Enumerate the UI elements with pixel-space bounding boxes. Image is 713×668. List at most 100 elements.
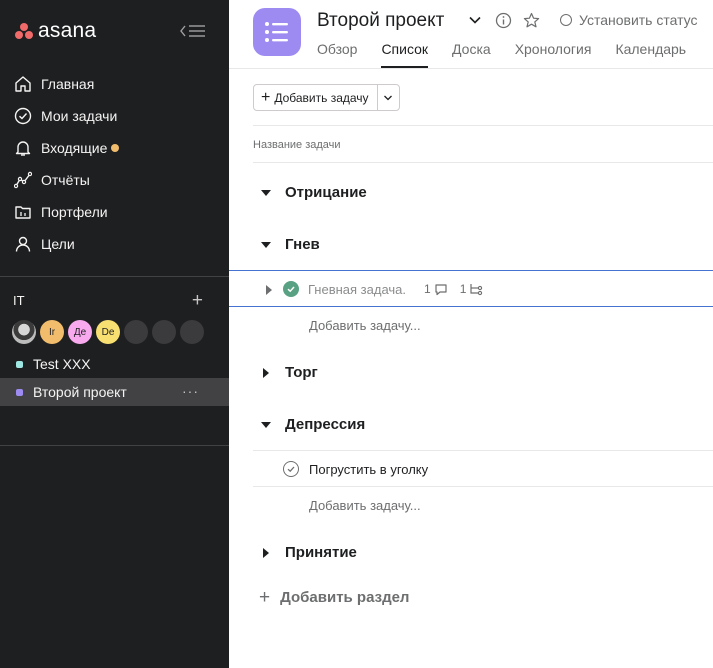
collapse-sidebar-button[interactable] bbox=[178, 21, 206, 41]
section-name: Принятие bbox=[285, 544, 357, 561]
add-section-button[interactable]: + Добавить раздел bbox=[259, 588, 409, 607]
triangle-right-icon[interactable] bbox=[259, 367, 273, 379]
avatar[interactable] bbox=[180, 320, 204, 344]
asana-logo-icon bbox=[14, 22, 34, 40]
add-task-in-section[interactable]: Добавить задачу... bbox=[309, 498, 421, 513]
project-header: Второй проект Установить статус Обзор Сп… bbox=[229, 0, 713, 69]
team-name: IT bbox=[13, 292, 25, 308]
home-icon bbox=[13, 74, 33, 94]
sidebar-divider bbox=[0, 445, 229, 446]
avatar[interactable]: Ir bbox=[40, 320, 64, 344]
notification-dot bbox=[111, 144, 120, 152]
avatar[interactable] bbox=[152, 320, 176, 344]
info-icon[interactable] bbox=[494, 11, 512, 29]
chevron-down-icon bbox=[384, 95, 393, 100]
section-name: Депрессия bbox=[285, 416, 366, 433]
comment-count: 1 bbox=[424, 282, 431, 296]
section-name: Торг bbox=[285, 364, 318, 381]
sidebar-item-label: Входящие bbox=[41, 140, 108, 156]
sidebar-item-label: Главная bbox=[41, 76, 95, 92]
add-task-in-section[interactable]: Добавить задачу... bbox=[309, 318, 421, 333]
task-name[interactable]: Погрустить в уголку bbox=[309, 462, 428, 477]
header-icons bbox=[466, 11, 550, 29]
task-meta: 1 1 bbox=[424, 282, 483, 296]
sidebar-item-inbox[interactable]: Входящие bbox=[0, 132, 229, 164]
sidebar-item-home[interactable]: Главная bbox=[0, 68, 229, 100]
subtask-count: 1 bbox=[459, 282, 467, 296]
add-task-label: Добавить задачу bbox=[274, 90, 369, 105]
sidebar-divider bbox=[0, 276, 229, 277]
tab-overview[interactable]: Обзор bbox=[317, 41, 357, 68]
reports-icon bbox=[13, 170, 33, 190]
triangle-down-icon[interactable] bbox=[259, 421, 273, 429]
sidebar-item-reports[interactable]: Отчёты bbox=[0, 164, 229, 196]
section-name: Гнев bbox=[285, 236, 320, 253]
collapse-menu-icon bbox=[180, 25, 205, 37]
project-tabs: Обзор Список Доска Хронология Календарь bbox=[317, 41, 710, 68]
triangle-right-icon[interactable] bbox=[265, 283, 273, 301]
comment-icon bbox=[435, 283, 447, 295]
sidebar-project-second[interactable]: Второй проект ··· bbox=[0, 378, 229, 406]
triangle-down-icon[interactable] bbox=[259, 241, 273, 249]
sidebar-item-goals[interactable]: Цели bbox=[0, 228, 229, 260]
sidebar-item-my-tasks[interactable]: Мои задачи bbox=[0, 100, 229, 132]
section-header[interactable]: Гнев bbox=[259, 236, 320, 253]
avatar[interactable]: Де bbox=[68, 320, 92, 344]
project-label: Второй проект bbox=[33, 384, 127, 400]
sidebar: asana Главная Мои задачи Входящие Отчёты… bbox=[0, 0, 229, 668]
triangle-down-icon[interactable] bbox=[259, 189, 273, 197]
task-check-icon[interactable] bbox=[283, 461, 299, 477]
avatar[interactable] bbox=[12, 320, 36, 344]
bell-icon bbox=[13, 138, 33, 158]
add-section-label: Добавить раздел bbox=[280, 589, 410, 606]
check-circle-icon bbox=[13, 106, 33, 126]
add-task-dropdown-button[interactable] bbox=[378, 85, 399, 110]
set-status-button[interactable]: Установить статус bbox=[560, 12, 698, 28]
sidebar-nav: Главная Мои задачи Входящие Отчёты Портф… bbox=[0, 68, 229, 260]
tab-list[interactable]: Список bbox=[381, 41, 429, 68]
person-icon bbox=[13, 234, 33, 254]
avatar[interactable] bbox=[124, 320, 148, 344]
more-options-icon[interactable]: ··· bbox=[182, 383, 199, 399]
task-name[interactable]: Гневная задача. bbox=[308, 282, 406, 297]
plus-icon: + bbox=[259, 587, 271, 608]
avatar[interactable]: De bbox=[96, 320, 120, 344]
subtask-icon bbox=[470, 283, 483, 295]
column-header-task-name[interactable]: Название задачи bbox=[253, 139, 341, 151]
project-label: Test XXX bbox=[33, 356, 91, 372]
sidebar-item-label: Цели bbox=[41, 236, 75, 252]
status-label: Установить статус bbox=[579, 12, 698, 28]
team-header[interactable]: IT + bbox=[13, 290, 203, 310]
sidebar-item-label: Отчёты bbox=[41, 172, 90, 188]
project-color-square bbox=[16, 360, 23, 368]
sidebar-item-portfolios[interactable]: Портфели bbox=[0, 196, 229, 228]
section-header[interactable]: Депрессия bbox=[259, 416, 365, 433]
divider bbox=[253, 162, 713, 163]
section-header[interactable]: Принятие bbox=[259, 544, 357, 561]
task-row[interactable]: Погрустить в уголку bbox=[253, 451, 713, 487]
project-color-square bbox=[16, 388, 23, 396]
section-header[interactable]: Торг bbox=[259, 364, 318, 381]
tab-calendar[interactable]: Календарь bbox=[615, 41, 686, 68]
sidebar-project-test-xxx[interactable]: Test XXX bbox=[0, 350, 229, 378]
task-row[interactable]: Гневная задача. 1 1 bbox=[229, 270, 713, 307]
tab-board[interactable]: Доска bbox=[452, 41, 491, 68]
page-title: Второй проект bbox=[317, 10, 445, 31]
tab-timeline[interactable]: Хронология bbox=[515, 41, 592, 68]
section-header[interactable]: Отрицание bbox=[259, 184, 367, 201]
status-circle-icon bbox=[560, 14, 572, 26]
section-name: Отрицание bbox=[285, 184, 367, 201]
star-icon[interactable] bbox=[522, 11, 540, 29]
add-task-split-button: + Добавить задачу bbox=[253, 84, 400, 111]
sidebar-item-label: Мои задачи bbox=[41, 108, 118, 124]
divider bbox=[253, 125, 713, 126]
task-complete-check-icon[interactable] bbox=[283, 281, 299, 297]
team-members: Ir Де De bbox=[12, 320, 208, 344]
chevron-down-icon[interactable] bbox=[466, 11, 484, 29]
asana-logo[interactable]: asana bbox=[14, 19, 96, 43]
add-task-button[interactable]: + Добавить задачу bbox=[254, 85, 378, 110]
sidebar-item-label: Портфели bbox=[41, 204, 108, 220]
add-project-icon[interactable]: + bbox=[192, 291, 203, 310]
project-list-icon[interactable] bbox=[253, 8, 301, 56]
triangle-right-icon[interactable] bbox=[259, 547, 273, 559]
